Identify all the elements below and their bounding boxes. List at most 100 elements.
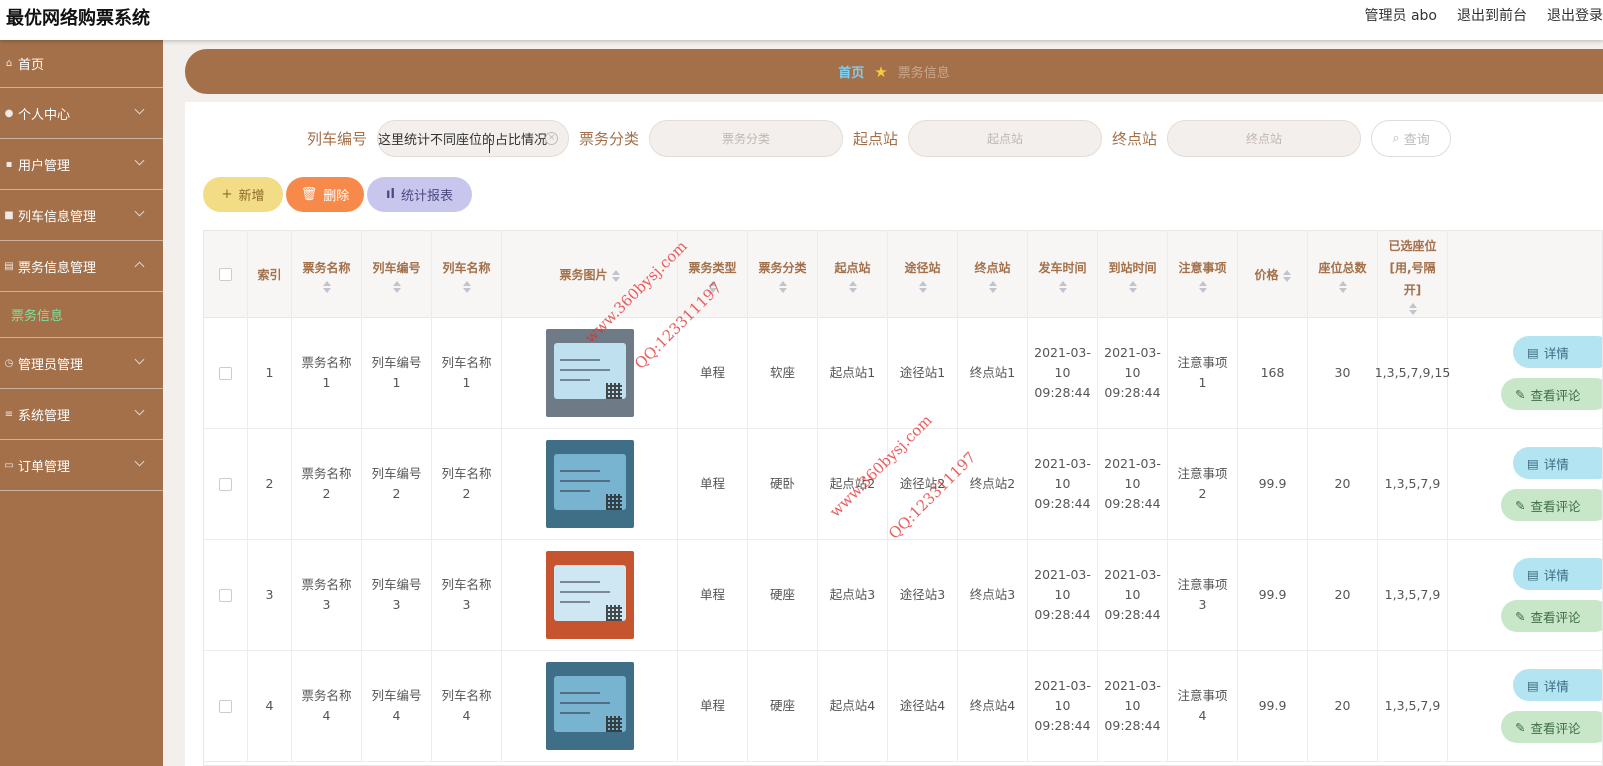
- sidebar-item-trains[interactable]: ■ 列车信息管理: [0, 190, 163, 241]
- sidebar-item-profile[interactable]: ● 个人中心: [0, 88, 163, 139]
- sort-icon[interactable]: [988, 280, 997, 293]
- cell-start: 起点站3: [818, 540, 888, 650]
- select-all-checkbox[interactable]: [219, 268, 232, 281]
- col-depart-time[interactable]: 发车时间: [1028, 231, 1098, 318]
- view-comments-button-label: 查看评论: [1530, 720, 1581, 736]
- view-comments-button[interactable]: ✎ 查看评论: [1501, 378, 1602, 410]
- sort-icon[interactable]: [1198, 280, 1207, 293]
- sort-icon[interactable]: [392, 280, 401, 293]
- exit-to-front-link[interactable]: 退出到前台: [1457, 5, 1527, 25]
- train-no-input-value: 这里统计不同座位的占比情况: [378, 132, 548, 148]
- ticket-image[interactable]: [545, 551, 634, 639]
- view-comments-button[interactable]: ✎ 查看评论: [1501, 489, 1602, 521]
- cell-arrive: 2021-03-10 09:28:44: [1098, 651, 1168, 761]
- col-train-no[interactable]: 列车编号: [362, 231, 432, 318]
- detail-button[interactable]: ▤ 详情: [1513, 336, 1602, 368]
- sidebar: ⌂ 首页 ● 个人中心 ▪ 用户管理 ■ 列车信息管理 ▤ 票务信息管理 票务信…: [0, 40, 163, 766]
- cell-arrive: 2021-03-10 09:28:44: [1098, 540, 1168, 650]
- chevron-up-icon: [134, 261, 145, 272]
- query-button[interactable]: ⌕ 查询: [1371, 119, 1452, 157]
- sidebar-item-system[interactable]: ≡ 系统管理: [0, 389, 163, 440]
- train-icon: ■: [4, 209, 14, 221]
- chevron-down-icon: [134, 354, 145, 365]
- col-end-station[interactable]: 终点站: [958, 231, 1028, 318]
- cell-end: 终点站1: [958, 318, 1028, 428]
- clock-icon: ◷: [4, 357, 14, 369]
- ticket-image[interactable]: [545, 329, 634, 417]
- col-index: 索引: [248, 231, 292, 318]
- detail-button[interactable]: ▤ 详情: [1513, 669, 1602, 701]
- col-price[interactable]: 价格: [1238, 231, 1308, 318]
- row-select-cell: [204, 318, 248, 428]
- sort-icon[interactable]: [1058, 280, 1067, 293]
- col-train-no-label: 列车编号: [372, 260, 421, 275]
- add-button[interactable]: + 新增: [203, 177, 283, 212]
- col-notes-label: 注意事项: [1178, 260, 1227, 275]
- sort-icon[interactable]: [1128, 280, 1137, 293]
- cell-depart: 2021-03-10 09:28:44: [1028, 651, 1098, 761]
- cell-train-no: 列车编号1: [362, 318, 432, 428]
- sort-icon[interactable]: [708, 280, 717, 293]
- sort-icon[interactable]: [611, 269, 620, 282]
- cell-seats: 20: [1308, 540, 1378, 650]
- sort-icon[interactable]: [1338, 280, 1347, 293]
- sidebar-item-tickets[interactable]: ▤ 票务信息管理: [0, 241, 163, 292]
- detail-button[interactable]: ▤ 详情: [1513, 447, 1602, 479]
- col-via-station[interactable]: 途径站: [888, 231, 958, 318]
- report-button[interactable]: ıl 统计报表: [367, 177, 472, 212]
- cell-arrive: 2021-03-10 09:28:44: [1098, 429, 1168, 539]
- col-ticket-type-label: 票务类型: [688, 260, 737, 275]
- col-ticket-type[interactable]: 票务类型: [678, 231, 748, 318]
- row-checkbox[interactable]: [219, 477, 232, 491]
- table-row: 4 票务名称4 列车编号4 列车名称4 单程 硬座 起点站4 途径站4 终点站4 2021-03-…: [204, 651, 1602, 762]
- ticket-image[interactable]: [545, 662, 634, 750]
- train-no-input[interactable]: 这里统计不同座位的占比情况 ×: [377, 119, 570, 157]
- detail-button[interactable]: ▤ 详情: [1513, 558, 1602, 590]
- sidebar-item-users[interactable]: ▪ 用户管理: [0, 139, 163, 190]
- col-selected-seats[interactable]: 已选座位[用,号隔开]: [1378, 231, 1448, 318]
- sort-icon[interactable]: [1282, 269, 1291, 282]
- col-arrive-time[interactable]: 到站时间: [1098, 231, 1168, 318]
- cell-arrive: 2021-03-10 09:28:44: [1098, 318, 1168, 428]
- sidebar-item-orders[interactable]: ▭ 订单管理: [0, 440, 163, 491]
- start-station-input[interactable]: 起点站: [908, 119, 1103, 157]
- row-checkbox[interactable]: [219, 699, 232, 713]
- trash-icon: 🗑: [300, 187, 318, 202]
- col-start-station[interactable]: 起点站: [818, 231, 888, 318]
- chevron-down-icon: [134, 155, 145, 166]
- clear-icon[interactable]: ×: [545, 131, 559, 145]
- detail-button-label: 详情: [1543, 567, 1569, 583]
- end-station-input[interactable]: 终点站: [1167, 119, 1362, 157]
- cell-price: 99.9: [1238, 540, 1308, 650]
- sort-icon[interactable]: [848, 280, 857, 293]
- sort-icon[interactable]: [778, 280, 787, 293]
- delete-button[interactable]: 🗑 删除: [286, 177, 364, 212]
- sort-icon[interactable]: [1408, 302, 1417, 315]
- ticket-image-cell: [502, 318, 678, 428]
- cell-category: 硬卧: [748, 429, 818, 539]
- sidebar-item-label: 订单管理: [18, 459, 71, 475]
- logout-link[interactable]: 退出登录: [1547, 5, 1603, 25]
- col-train-name[interactable]: 列车名称: [432, 231, 502, 318]
- row-checkbox[interactable]: [219, 588, 232, 602]
- sidebar-item-admins[interactable]: ◷ 管理员管理: [0, 338, 163, 389]
- col-total-seats[interactable]: 座位总数: [1308, 231, 1378, 318]
- sort-icon[interactable]: [462, 280, 471, 293]
- view-comments-button[interactable]: ✎ 查看评论: [1501, 600, 1602, 632]
- row-checkbox[interactable]: [219, 366, 232, 380]
- ticket-image[interactable]: [545, 440, 634, 528]
- detail-button-label: 详情: [1543, 345, 1569, 361]
- col-ticket-name[interactable]: 票务名称: [292, 231, 362, 318]
- cell-type: 单程: [678, 651, 748, 761]
- col-ticket-image[interactable]: 票务图片: [502, 231, 678, 318]
- breadcrumb-home-link[interactable]: 首页: [838, 62, 864, 81]
- col-notes[interactable]: 注意事项: [1168, 231, 1238, 318]
- sidebar-subitem-ticket-info[interactable]: 票务信息: [0, 292, 163, 338]
- view-comments-button[interactable]: ✎ 查看评论: [1501, 711, 1602, 743]
- col-ticket-category[interactable]: 票务分类: [748, 231, 818, 318]
- sort-icon[interactable]: [918, 280, 927, 293]
- sort-icon[interactable]: [322, 280, 331, 293]
- sidebar-item-home[interactable]: ⌂ 首页: [0, 40, 163, 88]
- cell-name: 票务名称1: [292, 318, 362, 428]
- category-input[interactable]: 票务分类: [649, 119, 844, 157]
